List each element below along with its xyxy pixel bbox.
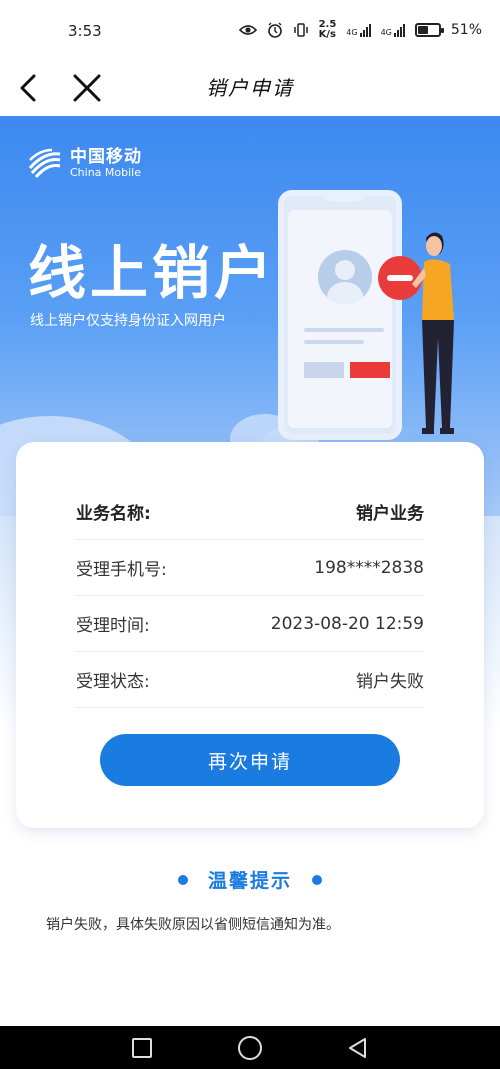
tips-text: 销户失败，具体失败原因以省侧短信通知为准。 (46, 917, 340, 933)
tips-header: 温馨提示 (0, 866, 500, 893)
sim1-label: 4G (346, 28, 358, 37)
system-nav-bar (0, 1026, 500, 1069)
detail-value: 2023-08-20 12:59 (270, 613, 424, 634)
network-speed-unit: K/s (318, 29, 336, 40)
detail-label: 业务名称: (76, 504, 151, 524)
back-triangle-icon[interactable] (346, 1036, 368, 1060)
status-bar: 3:53 2.5 K/s 4G 4G 51% (0, 0, 500, 60)
battery-fill (417, 26, 428, 34)
eye-icon (238, 25, 257, 35)
detail-value: 销户业务 (356, 504, 424, 524)
page-title: 销户申请 (206, 76, 294, 100)
china-mobile-logo-icon (28, 148, 61, 178)
detail-value: 198****2838 (314, 557, 424, 578)
reapply-button[interactable]: 再次申请 (100, 734, 400, 786)
detail-row-phone: 受理手机号: 198****2838 (76, 540, 424, 596)
detail-label: 受理时间: (76, 616, 150, 636)
detail-row-service: 业务名称: 销户业务 (76, 484, 424, 540)
detail-label: 受理手机号: (76, 560, 167, 580)
battery-icon (414, 23, 444, 37)
brand-name-cn: 中国移动 (70, 146, 142, 167)
china-mobile-logo: 中国移动 China Mobile (26, 146, 142, 180)
sim2-label: 4G (380, 28, 392, 37)
network-speed: 2.5 K/s (319, 20, 337, 40)
signal-sim1-icon: 4G (346, 23, 371, 37)
home-icon[interactable] (238, 1036, 262, 1060)
detail-row-time: 受理时间: 2023-08-20 12:59 (76, 596, 424, 652)
detail-label: 受理状态: (76, 672, 150, 692)
alarm-icon (267, 22, 282, 38)
woman-illustration (412, 232, 454, 434)
detail-card: 业务名称: 销户业务 受理手机号: 198****2838 受理时间: 2023… (16, 442, 484, 828)
bullet-dot-icon (177, 874, 188, 885)
recent-apps-icon[interactable] (132, 1038, 152, 1058)
brand-name-en: China Mobile (70, 165, 142, 179)
phone-illustration (278, 190, 402, 440)
detail-value: 销户失败 (356, 672, 424, 692)
banner-title: 线上销户 (28, 239, 277, 307)
signal-sim2-icon: 4G (381, 23, 405, 37)
bullet-dot-icon (312, 874, 322, 885)
status-icons: 2.5 K/s 4G 4G 51% (238, 20, 482, 40)
vibrate-icon (293, 23, 308, 37)
avatar-illustration (318, 250, 372, 304)
battery-percent: 51% (450, 22, 482, 38)
tips-title: 温馨提示 (207, 870, 292, 892)
banner-subtitle: 线上销户仅支持身份证入网用户 (30, 313, 226, 329)
detail-row-status: 受理状态: 销户失败 (76, 652, 424, 708)
nav-bar: 销户申请 (0, 60, 500, 116)
status-time: 3:53 (68, 22, 102, 40)
